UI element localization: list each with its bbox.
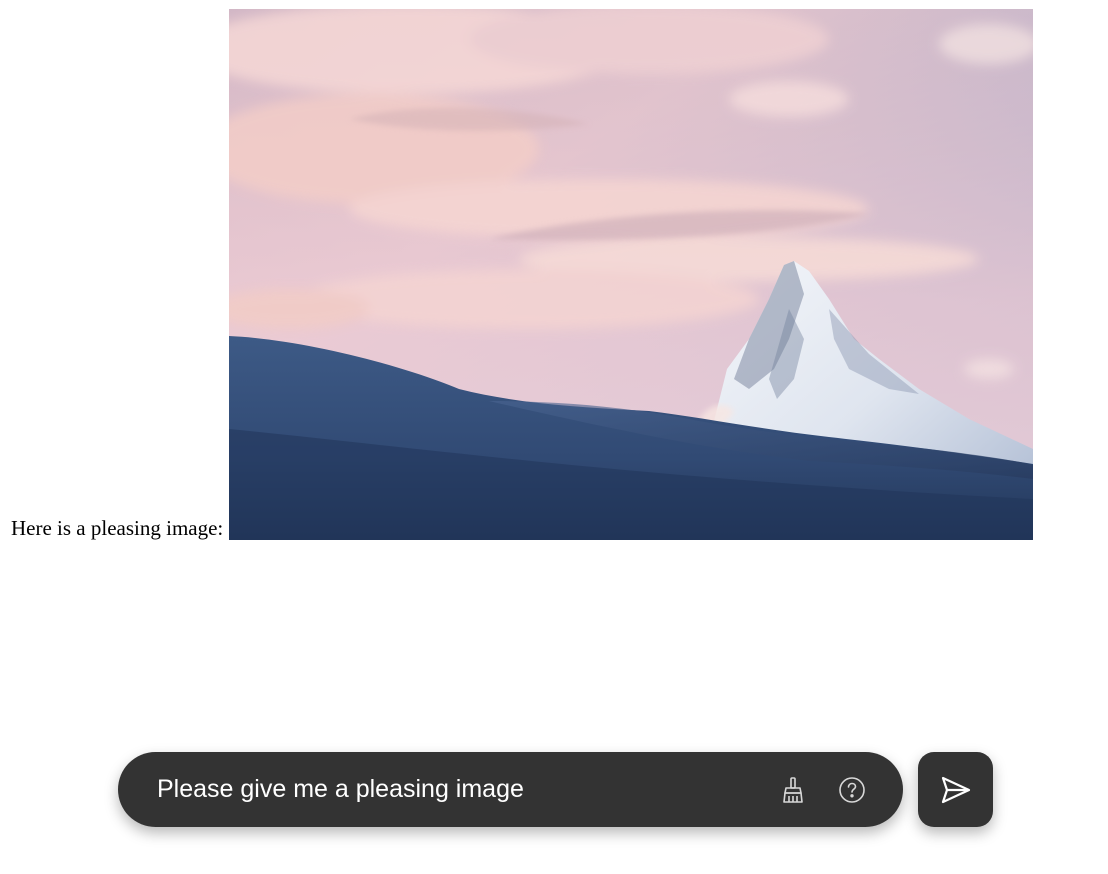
send-button[interactable] <box>918 752 993 827</box>
response-text: Here is a pleasing image: <box>11 516 224 540</box>
prompt-bar <box>118 752 903 827</box>
mountain-photo <box>229 9 1034 540</box>
help-circle-icon[interactable] <box>837 775 867 805</box>
assistant-response: Here is a pleasing image: <box>11 9 1034 540</box>
send-icon <box>941 776 970 803</box>
prompt-input[interactable] <box>157 752 747 827</box>
broom-icon[interactable] <box>778 775 808 805</box>
